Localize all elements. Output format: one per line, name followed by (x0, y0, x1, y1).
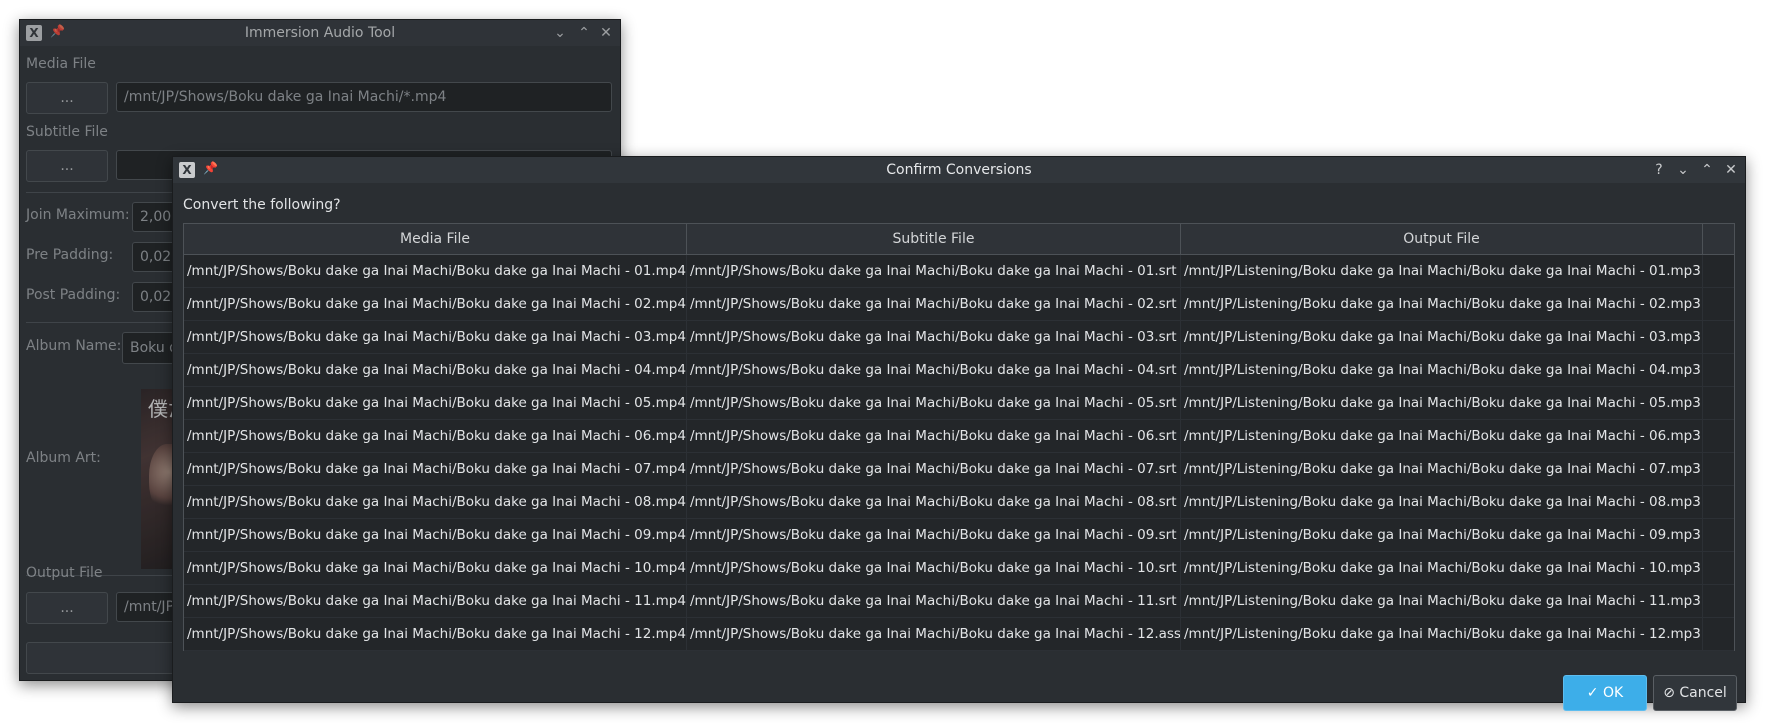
output-browse-button[interactable]: ... (26, 592, 108, 624)
table-row[interactable]: /mnt/JP/Shows/Boku dake ga Inai Machi/Bo… (184, 519, 1734, 552)
subtitle-file-cell: /mnt/JP/Shows/Boku dake ga Inai Machi/Bo… (687, 387, 1181, 419)
dialog-prompt: Convert the following? (183, 197, 341, 213)
cancel-button[interactable]: ⊘ Cancel (1653, 675, 1737, 711)
main-window-title: Immersion Audio Tool (244, 25, 396, 41)
minimize-icon[interactable]: ⌄ (1673, 160, 1693, 180)
subtitle-file-cell: /mnt/JP/Shows/Boku dake ga Inai Machi/Bo… (687, 321, 1181, 353)
subtitle-file-cell: /mnt/JP/Shows/Boku dake ga Inai Machi/Bo… (687, 486, 1181, 518)
table-row[interactable]: /mnt/JP/Shows/Boku dake ga Inai Machi/Bo… (184, 486, 1734, 519)
subtitle-file-cell: /mnt/JP/Shows/Boku dake ga Inai Machi/Bo… (687, 519, 1181, 551)
table-header: Media File Subtitle File Output File (184, 224, 1734, 255)
media-file-cell: /mnt/JP/Shows/Boku dake ga Inai Machi/Bo… (184, 519, 687, 551)
media-file-cell: /mnt/JP/Shows/Boku dake ga Inai Machi/Bo… (184, 255, 687, 287)
confirm-dialog: X 📌 Confirm Conversions ? ⌄ ⌃ ✕ Convert … (172, 156, 1746, 711)
media-path-input[interactable]: /mnt/JP/Shows/Boku dake ga Inai Machi/*.… (116, 82, 612, 112)
subtitle-file-cell: /mnt/JP/Shows/Boku dake ga Inai Machi/Bo… (687, 453, 1181, 485)
subtitle-file-cell: /mnt/JP/Shows/Boku dake ga Inai Machi/Bo… (687, 255, 1181, 287)
table-row[interactable]: /mnt/JP/Shows/Boku dake ga Inai Machi/Bo… (184, 387, 1734, 420)
output-file-cell: /mnt/JP/Listening/Boku dake ga Inai Mach… (1181, 552, 1703, 584)
column-header-media-file[interactable]: Media File (184, 224, 687, 254)
table-row[interactable]: /mnt/JP/Shows/Boku dake ga Inai Machi/Bo… (184, 288, 1734, 321)
subtitle-file-cell: /mnt/JP/Shows/Boku dake ga Inai Machi/Bo… (687, 354, 1181, 386)
output-file-cell: /mnt/JP/Listening/Boku dake ga Inai Mach… (1181, 387, 1703, 419)
subtitle-file-cell: /mnt/JP/Shows/Boku dake ga Inai Machi/Bo… (687, 552, 1181, 584)
table-row[interactable]: /mnt/JP/Shows/Boku dake ga Inai Machi/Bo… (184, 618, 1734, 651)
output-file-cell: /mnt/JP/Listening/Boku dake ga Inai Mach… (1181, 255, 1703, 287)
table-row[interactable]: /mnt/JP/Shows/Boku dake ga Inai Machi/Bo… (184, 321, 1734, 354)
cancel-button-label: Cancel (1679, 685, 1727, 701)
join-maximum-label: Join Maximum: (26, 207, 130, 223)
table-row[interactable]: /mnt/JP/Shows/Boku dake ga Inai Machi/Bo… (184, 354, 1734, 387)
media-file-cell: /mnt/JP/Shows/Boku dake ga Inai Machi/Bo… (184, 618, 687, 650)
column-header-output-file[interactable]: Output File (1181, 224, 1703, 254)
table-row[interactable]: /mnt/JP/Shows/Boku dake ga Inai Machi/Bo… (184, 552, 1734, 585)
output-file-cell: /mnt/JP/Listening/Boku dake ga Inai Mach… (1181, 519, 1703, 551)
table-body: /mnt/JP/Shows/Boku dake ga Inai Machi/Bo… (184, 255, 1734, 651)
output-file-cell: /mnt/JP/Listening/Boku dake ga Inai Mach… (1181, 618, 1703, 650)
ok-button[interactable]: ✓ OK (1563, 675, 1647, 711)
media-file-cell: /mnt/JP/Shows/Boku dake ga Inai Machi/Bo… (184, 552, 687, 584)
column-header-subtitle-file[interactable]: Subtitle File (687, 224, 1181, 254)
ok-button-label: OK (1602, 685, 1624, 701)
table-row[interactable]: /mnt/JP/Shows/Boku dake ga Inai Machi/Bo… (184, 255, 1734, 288)
album-name-label: Album Name: (26, 338, 122, 354)
media-file-cell: /mnt/JP/Shows/Boku dake ga Inai Machi/Bo… (184, 321, 687, 353)
media-file-cell: /mnt/JP/Shows/Boku dake ga Inai Machi/Bo… (184, 585, 687, 617)
minimize-icon[interactable]: ⌄ (550, 23, 570, 43)
table-row[interactable]: /mnt/JP/Shows/Boku dake ga Inai Machi/Bo… (184, 585, 1734, 618)
close-icon[interactable]: ✕ (1721, 160, 1741, 180)
dialog-title: Confirm Conversions (886, 162, 1032, 178)
table-row[interactable]: /mnt/JP/Shows/Boku dake ga Inai Machi/Bo… (184, 453, 1734, 486)
output-file-cell: /mnt/JP/Listening/Boku dake ga Inai Mach… (1181, 321, 1703, 353)
check-icon: ✓ (1586, 685, 1599, 701)
output-file-cell: /mnt/JP/Listening/Boku dake ga Inai Mach… (1181, 420, 1703, 452)
close-icon[interactable]: ✕ (596, 23, 616, 43)
maximize-icon[interactable]: ⌃ (1697, 160, 1717, 180)
subtitle-browse-button[interactable]: ... (26, 150, 108, 182)
subtitle-file-label: Subtitle File (26, 124, 108, 140)
conversions-table[interactable]: Media File Subtitle File Output File /mn… (183, 223, 1735, 651)
main-window-titlebar[interactable]: X 📌 Immersion Audio Tool ⌄ ⌃ ✕ (20, 20, 620, 46)
media-file-label: Media File (26, 56, 96, 72)
album-art-label: Album Art: (26, 450, 101, 466)
cancel-icon: ⊘ (1663, 685, 1675, 701)
media-file-cell: /mnt/JP/Shows/Boku dake ga Inai Machi/Bo… (184, 387, 687, 419)
subtitle-file-cell: /mnt/JP/Shows/Boku dake ga Inai Machi/Bo… (687, 288, 1181, 320)
dialog-titlebar[interactable]: X 📌 Confirm Conversions ? ⌄ ⌃ ✕ (173, 157, 1745, 183)
subtitle-file-cell: /mnt/JP/Shows/Boku dake ga Inai Machi/Bo… (687, 420, 1181, 452)
help-icon[interactable]: ? (1649, 160, 1669, 180)
output-file-cell: /mnt/JP/Listening/Boku dake ga Inai Mach… (1181, 453, 1703, 485)
pre-padding-label: Pre Padding: (26, 247, 114, 263)
output-file-label: Output File (26, 565, 103, 581)
media-file-cell: /mnt/JP/Shows/Boku dake ga Inai Machi/Bo… (184, 453, 687, 485)
media-file-cell: /mnt/JP/Shows/Boku dake ga Inai Machi/Bo… (184, 288, 687, 320)
output-file-cell: /mnt/JP/Listening/Boku dake ga Inai Mach… (1181, 486, 1703, 518)
post-padding-label: Post Padding: (26, 287, 121, 303)
media-file-cell: /mnt/JP/Shows/Boku dake ga Inai Machi/Bo… (184, 354, 687, 386)
media-file-cell: /mnt/JP/Shows/Boku dake ga Inai Machi/Bo… (184, 486, 687, 518)
output-file-cell: /mnt/JP/Listening/Boku dake ga Inai Mach… (1181, 585, 1703, 617)
output-file-cell: /mnt/JP/Listening/Boku dake ga Inai Mach… (1181, 354, 1703, 386)
maximize-icon[interactable]: ⌃ (574, 23, 594, 43)
media-file-cell: /mnt/JP/Shows/Boku dake ga Inai Machi/Bo… (184, 420, 687, 452)
subtitle-file-cell: /mnt/JP/Shows/Boku dake ga Inai Machi/Bo… (687, 585, 1181, 617)
media-browse-button[interactable]: ... (26, 82, 108, 114)
table-row[interactable]: /mnt/JP/Shows/Boku dake ga Inai Machi/Bo… (184, 420, 1734, 453)
subtitle-file-cell: /mnt/JP/Shows/Boku dake ga Inai Machi/Bo… (687, 618, 1181, 650)
output-file-cell: /mnt/JP/Listening/Boku dake ga Inai Mach… (1181, 288, 1703, 320)
